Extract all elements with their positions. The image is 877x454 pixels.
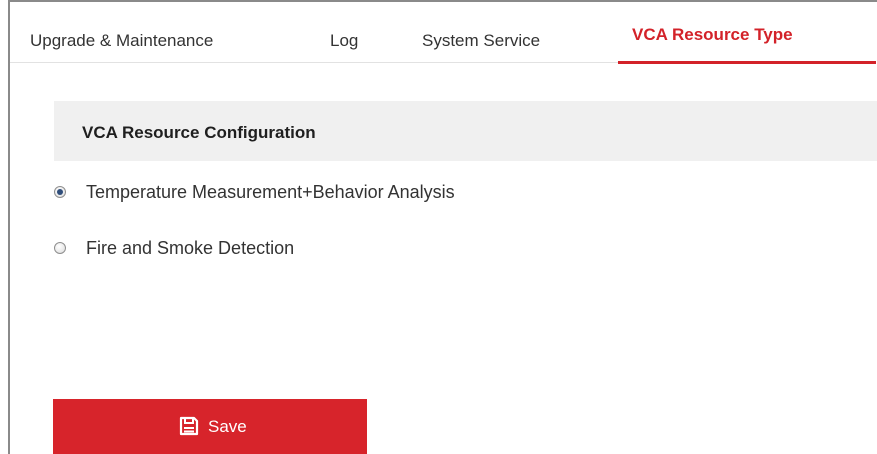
option-temperature-behavior[interactable]: Temperature Measurement+Behavior Analysi… (54, 181, 614, 205)
save-button[interactable]: Save (53, 399, 367, 454)
save-icon (179, 416, 199, 436)
option-label: Fire and Smoke Detection (86, 238, 295, 258)
radio-button-selected[interactable] (54, 186, 66, 198)
section-header: VCA Resource Configuration (54, 101, 877, 161)
tab-vca-resource-type[interactable]: VCA Resource Type (632, 2, 793, 62)
save-button-label: Save (208, 417, 247, 436)
tab-bar: Upgrade & Maintenance Log System Service… (10, 2, 876, 64)
tab-log[interactable]: Log (330, 2, 358, 62)
option-fire-smoke-detection[interactable]: Fire and Smoke Detection (54, 237, 414, 261)
tab-system-service[interactable]: System Service (422, 2, 540, 62)
radio-button[interactable] (54, 242, 66, 254)
frame-border-left (8, 0, 10, 454)
active-tab-indicator (618, 61, 876, 64)
section-title: VCA Resource Configuration (82, 123, 316, 142)
option-label: Temperature Measurement+Behavior Analysi… (86, 182, 455, 202)
tab-upgrade-maintenance[interactable]: Upgrade & Maintenance (30, 2, 213, 62)
